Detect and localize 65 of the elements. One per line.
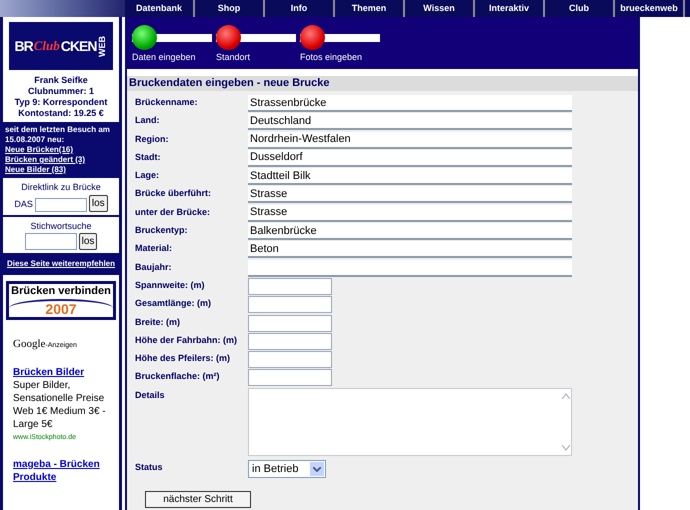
field-label: Höhe des Pfeilers: (m) (135, 352, 232, 364)
bridge-id-field[interactable] (34, 198, 87, 212)
field-label: Lage: (135, 169, 160, 182)
input-field[interactable]: Balkenbrücke (248, 223, 572, 240)
go-button[interactable]: los (78, 233, 98, 250)
user-info: Typ 9: Korrespondent (14, 97, 108, 108)
input-field[interactable]: Strassenbrücke (248, 95, 572, 112)
field-label: Land: (135, 114, 160, 126)
input-field[interactable] (248, 369, 332, 386)
news-link[interactable]: Brücken geändert (3) (5, 155, 117, 165)
field-label: Bruckenflache: (m²) (135, 370, 221, 382)
search-field[interactable] (24, 233, 77, 250)
site-logo: BRClubCKEN WEB (7, 20, 115, 72)
field-label: Breite: (m) (135, 316, 182, 328)
input-field[interactable]: Beton (248, 241, 572, 258)
ad-title[interactable]: Brücken Bilder (13, 366, 109, 379)
dropdown-icon (310, 462, 324, 476)
user-info: Kontostand: 19.25 € (18, 108, 104, 119)
ad-text: Super Bilder, Sensationelle Preise Web 1€ Medium 3€ - Large 5€ (13, 379, 107, 431)
field-label: Spannweite: (m) (135, 278, 206, 291)
field-label: Stadt: (135, 150, 162, 163)
banner-year: 2007 (9, 298, 113, 316)
user-info: Clubnummer: 1 (28, 86, 94, 97)
input-field[interactable]: Strasse (248, 186, 572, 204)
field-label: unter der Brücke: (135, 206, 212, 218)
direct-link-title: Direktlink zu Brücke (21, 181, 101, 194)
field-label: Baujahr: (135, 260, 173, 273)
field-label: Brückenname: (135, 96, 199, 108)
details-textarea[interactable] (248, 388, 572, 456)
field-label: Bruckentyp: (135, 224, 189, 236)
status-select[interactable]: in Betrieb (248, 460, 326, 478)
field-label: Details (135, 388, 166, 401)
input-field[interactable] (248, 351, 332, 368)
search-title: Stichwortsuche (30, 220, 92, 232)
input-field[interactable] (248, 296, 332, 314)
user-info: Frank Seifke (34, 75, 88, 86)
input-field[interactable]: Deutschland (248, 113, 572, 130)
ads-brand: Google (13, 336, 46, 352)
next-step-button[interactable]: nächster Schritt (145, 491, 251, 508)
news-intro: seit dem letzten Besuch am 15.08.2007 neu: (5, 125, 111, 145)
field-label: Status (135, 461, 164, 474)
field-label: Material: (135, 242, 174, 254)
input-field[interactable] (248, 314, 332, 332)
field-label: Brücke überführt: (135, 187, 212, 200)
field-label: Region: (135, 132, 170, 145)
input-field[interactable]: Dusseldorf (248, 150, 572, 167)
input-field[interactable]: Strasse (248, 204, 572, 222)
input-field[interactable] (248, 278, 332, 295)
field-label: Gesamtlänge: (m) (135, 297, 212, 310)
ad-title[interactable]: mageba - Brücken Produkte (13, 458, 109, 484)
banner-title: Brücken verbinden (11, 284, 111, 298)
news-link[interactable]: Neue Bilder (83) (5, 165, 117, 175)
event-banner[interactable]: Brücken verbinden 2007 (6, 280, 116, 320)
prefix-label: DAS (14, 198, 33, 211)
step-label: Standort (216, 51, 252, 64)
input-field[interactable] (248, 260, 572, 277)
input-field[interactable]: Nordrhein-Westfalen (248, 132, 572, 149)
news-link[interactable]: Neue Brücken(16) (5, 145, 117, 155)
go-button[interactable]: los (88, 194, 108, 212)
field-label: Höhe der Fahrbahn: (m) (135, 334, 238, 346)
step-label: Daten eingeben (132, 51, 197, 64)
step-label: Fotos eingeben (300, 51, 364, 64)
form-title: Bruckendaten eingeben - neue Brucke (127, 76, 638, 91)
input-field[interactable] (248, 332, 332, 350)
input-field[interactable]: Stadtteil Bilk (248, 168, 572, 186)
